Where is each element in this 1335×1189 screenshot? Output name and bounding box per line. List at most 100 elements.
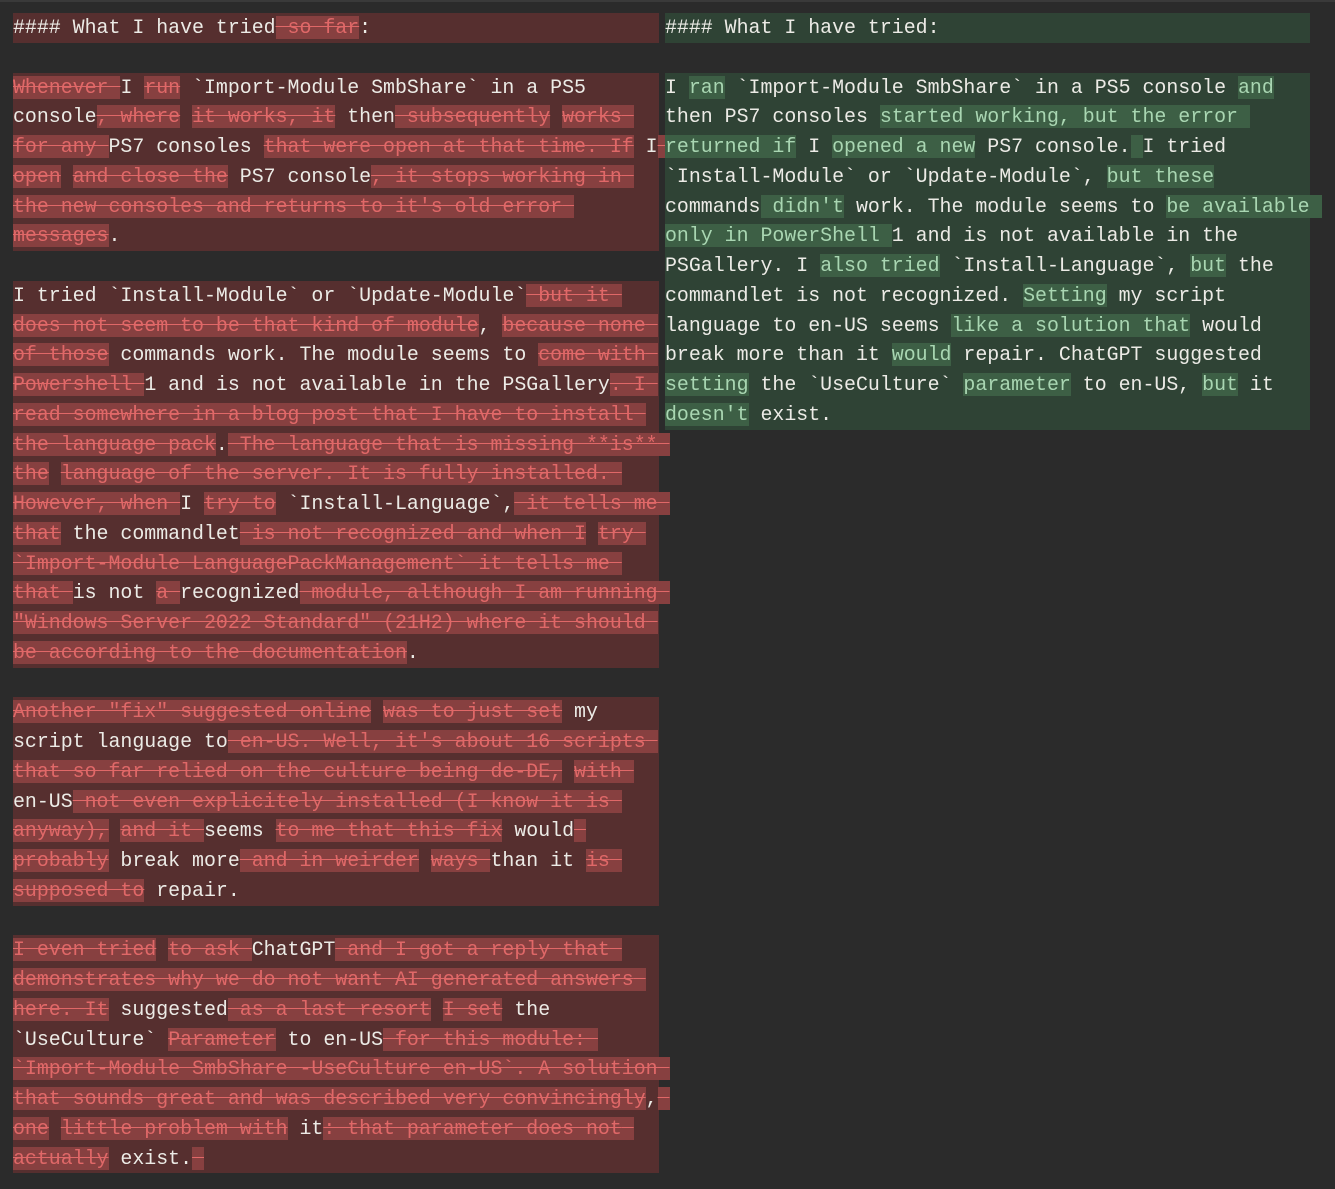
deleted-text: Another "fix" suggested online	[13, 700, 372, 724]
unchanged-text: recognized	[180, 581, 300, 605]
deleted-text: and close the	[72, 164, 228, 188]
unchanged-text: it	[287, 1116, 324, 1140]
unchanged-text: .	[406, 640, 419, 664]
deleted-text: is not recognized and when I	[239, 521, 586, 545]
inserted-text: didn't	[760, 194, 845, 218]
unchanged-text: I	[120, 75, 145, 99]
unchanged-text: ,	[478, 313, 503, 337]
original-paragraph: Another "fix" suggested online was to ju…	[13, 697, 659, 906]
unchanged-text: `Install-Language`,	[275, 492, 515, 515]
inserted-text: opened a new	[832, 135, 976, 158]
deleted-text: and it	[120, 819, 204, 843]
deleted-text: try to	[203, 492, 276, 515]
unchanged-text: than it	[490, 849, 586, 872]
deleted-text: I even tried	[13, 938, 157, 962]
unchanged-text: the `UseCulture`	[748, 373, 964, 396]
unchanged-text: work. The module seems to	[844, 194, 1167, 218]
unchanged-text	[49, 1117, 61, 1140]
unchanged-text: ,	[645, 1087, 658, 1110]
unchanged-text	[550, 105, 562, 128]
deleted-text: so far	[275, 16, 360, 39]
unchanged-text: then	[335, 105, 395, 129]
unchanged-text: is not	[72, 581, 157, 605]
unchanged-text: :	[359, 16, 372, 39]
unchanged-text	[180, 105, 192, 128]
unchanged-text: to en-US	[275, 1027, 384, 1051]
unchanged-text	[419, 849, 431, 872]
unchanged-text	[371, 700, 383, 723]
original-heading: #### What I have tried so far:	[13, 13, 659, 43]
unchanged-text: `Import-Module SmbShare` in a PS5 consol…	[724, 75, 1238, 99]
inserted-text: parameter	[963, 373, 1071, 396]
diff-original-pane: #### What I have tried so far: Whenever I…	[13, 13, 670, 1174]
unchanged-text	[109, 819, 121, 842]
unchanged-text: seems	[204, 819, 276, 843]
deleted-text: , where	[96, 105, 181, 129]
unchanged-text	[431, 998, 443, 1021]
deleted-text: was to just set	[383, 700, 563, 724]
deleted-text: subsequently	[395, 105, 551, 129]
deleted-text: run	[144, 75, 181, 99]
inserted-text: ran	[688, 75, 725, 99]
inserted-text: but these	[1106, 164, 1215, 188]
unchanged-text: I	[796, 135, 833, 158]
modified-paragraph: I ran `Import-Module SmbShare` in a PS5 …	[665, 72, 1322, 430]
deleted-text: I set	[442, 997, 503, 1021]
deleted-text: to ask	[168, 938, 252, 962]
unchanged-text: I	[180, 492, 204, 515]
unchanged-text: `Install-Language`,	[939, 254, 1191, 277]
inserted-text: Setting	[1023, 283, 1107, 307]
inserted-text: like a solution that	[951, 313, 1191, 337]
inserted-text: but	[1202, 373, 1238, 396]
deleted-text: a	[156, 581, 181, 605]
unchanged-text: ChatGPT	[251, 938, 336, 962]
deleted-text: as a last resort	[227, 997, 431, 1021]
unchanged-text: it	[1237, 373, 1286, 396]
unchanged-text: repair. ChatGPT suggested	[951, 343, 1274, 367]
deleted-text: open	[13, 164, 61, 188]
original-paragraph: Whenever I run `Import-Module SmbShare` …	[13, 72, 670, 251]
deleted-text: and in weirder	[239, 849, 419, 872]
unchanged-text	[156, 938, 168, 961]
window-top-border	[0, 0, 1335, 2]
unchanged-text: PS7 consoles	[108, 135, 264, 158]
inserted-text: would	[891, 343, 952, 367]
deleted-text: to me that this fix	[275, 819, 503, 843]
unchanged-text: exist.	[748, 402, 833, 426]
unchanged-text: I	[665, 75, 689, 99]
deleted-text: that were open at that time. If	[263, 135, 634, 158]
modified-heading: #### What I have tried:	[665, 13, 1310, 43]
unchanged-text: commands work. The module seems to	[108, 343, 539, 367]
unchanged-text: PS7 console.	[975, 135, 1131, 158]
unchanged-text: the commandlet	[60, 521, 240, 545]
unchanged-text: PS7 console	[227, 164, 372, 188]
unchanged-text: 1 and is not available in the PSGallery	[144, 373, 610, 396]
unchanged-text	[562, 760, 574, 783]
original-paragraph: I even tried to ask ChatGPT and I got a …	[13, 935, 670, 1174]
unchanged-text: suggested	[108, 997, 228, 1021]
unchanged-text: would	[502, 819, 575, 843]
inserted-text: also tried	[820, 254, 940, 277]
deleted-text: little problem with	[60, 1116, 288, 1140]
unchanged-text: en-US	[13, 789, 73, 813]
unchanged-text: repair.	[144, 878, 240, 902]
diff-modified-pane: #### What I have tried: I ran `Import-Mod…	[665, 13, 1322, 430]
inserted-text: setting	[665, 373, 749, 396]
inserted-text: doesn't	[665, 402, 749, 426]
inserted-text: but	[1190, 254, 1227, 277]
deleted-text: Whenever	[13, 75, 121, 99]
unchanged-text: #### What I have tried:	[665, 16, 940, 39]
deleted-text: it works, it	[192, 105, 336, 129]
deleted-text	[192, 1146, 204, 1170]
unchanged-text	[49, 462, 61, 485]
unchanged-text: .	[108, 224, 121, 248]
unchanged-text: to en-US,	[1070, 373, 1203, 396]
deleted-text: with	[574, 759, 634, 783]
unchanged-text: exist.	[108, 1146, 193, 1170]
original-paragraph: I tried `Install-Module` or `Update-Modu…	[13, 280, 670, 668]
unchanged-text: I	[633, 135, 658, 158]
